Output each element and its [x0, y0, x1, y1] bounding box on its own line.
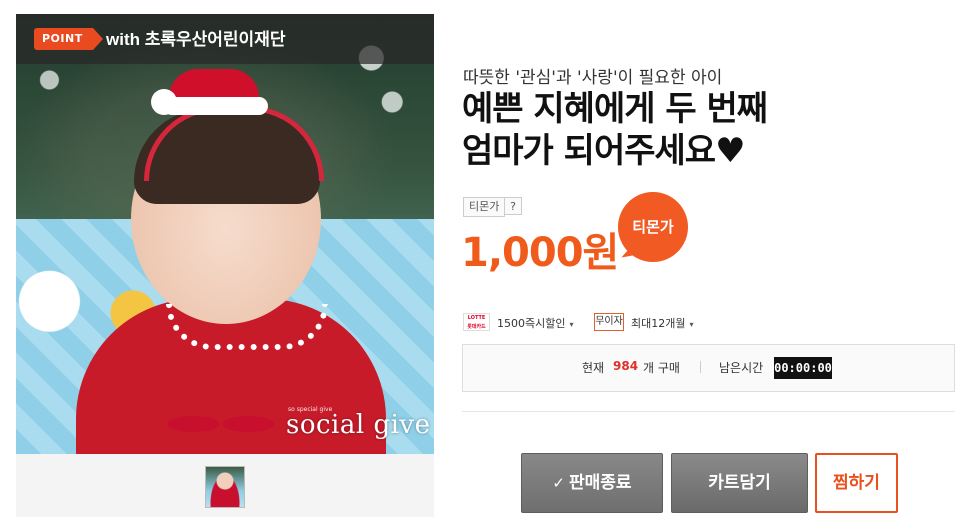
installment-dropdown[interactable]: 최대12개월 ▾ — [631, 315, 694, 331]
sold-out-label: 판매종료 — [569, 473, 632, 493]
price-label: 티몬가 — [463, 197, 506, 217]
price-help-icon[interactable]: ? — [504, 197, 522, 215]
interest-free-badge: 무이자 — [594, 313, 624, 331]
add-to-cart-button[interactable]: 카트담기 — [671, 453, 808, 513]
chevron-down-icon: ▾ — [689, 320, 694, 329]
card-logo-subtext: 롯데카드 — [467, 324, 486, 330]
check-icon: ✓ — [552, 474, 565, 492]
status-separator — [700, 361, 701, 373]
current-label: 현재 — [582, 361, 605, 375]
remaining-time-label: 남은시간 — [719, 361, 764, 375]
wishlist-label: 찜하기 — [833, 473, 880, 493]
sold-out-button[interactable]: ✓ 판매종료 — [521, 453, 663, 513]
card-discount-dropdown[interactable]: 1500즉시할인 ▾ — [497, 315, 574, 331]
purchase-count-unit: 개 구매 — [643, 361, 680, 375]
social-give-watermark: social give — [286, 410, 431, 440]
thumbnail-image[interactable] — [205, 466, 245, 508]
product-image — [16, 14, 434, 454]
watermark-tagline: so special give — [288, 406, 333, 413]
wishlist-button[interactable]: 찜하기 — [815, 453, 898, 513]
card-logo-text: LOTTE — [467, 315, 486, 321]
product-title: 예쁜 지혜에게 두 번째 엄마가 되어주세요♥ — [462, 88, 768, 172]
title-line-2: 엄마가 되어주세요♥ — [462, 131, 746, 171]
partner-text: with 초록우산어린이재단 — [106, 30, 286, 49]
countdown-timer: 00:00:00 — [774, 357, 832, 379]
bow-decoration — [166, 399, 276, 449]
add-to-cart-label: 카트담기 — [708, 473, 771, 493]
product-subtitle: 따뜻한 '관심'과 '사랑'이 필요한 아이 — [463, 68, 723, 88]
divider — [462, 411, 955, 412]
tmon-price-bubble: 티몬가 — [618, 192, 688, 262]
chevron-down-icon: ▾ — [569, 320, 574, 329]
title-line-1: 예쁜 지혜에게 두 번째 — [462, 89, 768, 129]
santa-hat — [151, 59, 271, 119]
price: 1,000원 — [461, 230, 619, 276]
point-badge: POINT — [34, 28, 103, 50]
purchase-status-box — [462, 344, 955, 392]
purchase-count: 984 — [613, 359, 639, 373]
installment-label: 최대12개월 — [631, 317, 686, 330]
card-discount-label: 1500즉시할인 — [497, 317, 566, 330]
collar — [166, 304, 328, 350]
lotte-card-icon: LOTTE 롯데카드 — [463, 313, 490, 331]
